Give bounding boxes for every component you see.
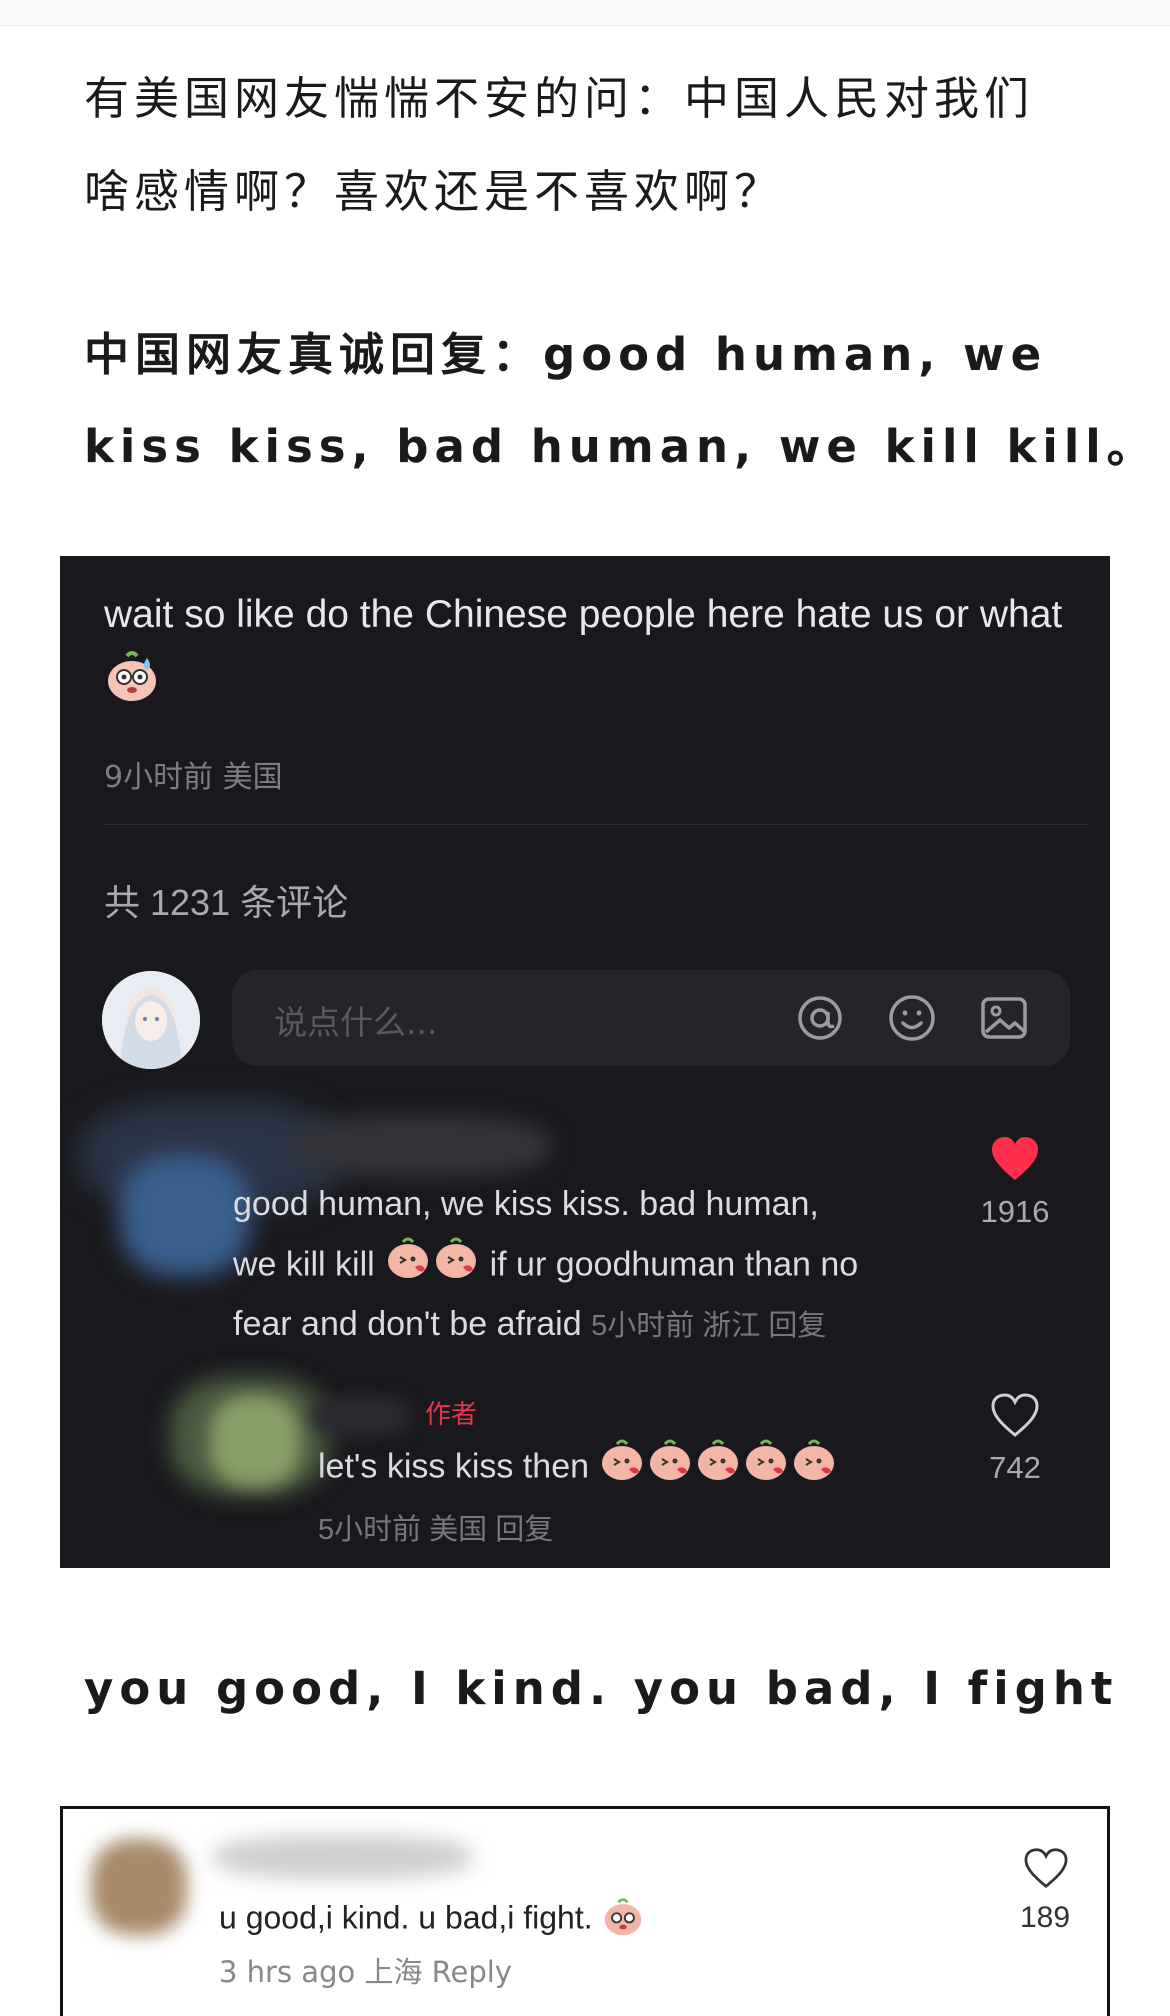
divider: [104, 824, 1088, 825]
emoji-icon[interactable]: [886, 992, 938, 1044]
blurred-reply-avatar-inner: [210, 1396, 300, 1486]
heart-outline-icon[interactable]: [990, 1392, 1040, 1442]
post-text-content: wait so like do the Chinese people here …: [104, 593, 1063, 636]
kiss-emoji: [791, 1436, 837, 1501]
mention-icon[interactable]: [794, 992, 846, 1044]
post-meta: 9小时前 美国: [104, 760, 283, 795]
comment1-line2: we kill kill if ur goodhuman than no: [233, 1234, 858, 1299]
kiss-emoji: [385, 1234, 431, 1299]
blurred-avatar: [120, 1156, 250, 1276]
reply1-meta[interactable]: 5小时前 美国 回复: [318, 1500, 553, 1560]
bottom-comment-meta[interactable]: 3 hrs ago 上海 Reply: [219, 1949, 512, 1991]
user-avatar[interactable]: [102, 971, 200, 1069]
comment1-line1: good human, we kiss kiss. bad human,: [233, 1185, 819, 1223]
face-emoji: [602, 1895, 644, 1945]
image-icon[interactable]: [978, 992, 1030, 1044]
blurred-username: [213, 1835, 473, 1879]
caption-answer-line2: kiss kiss, bad human, we kill kill。: [84, 420, 1158, 473]
caption-question-line1: 有美国网友惴惴不安的问：中国人民对我们: [84, 72, 1035, 125]
blurred-reply-name: [310, 1396, 410, 1436]
heart-filled-icon[interactable]: [990, 1136, 1040, 1186]
kiss-emoji: [695, 1436, 741, 1501]
blurred-name: [290, 1116, 550, 1176]
caption-fight-line: you good, I kind. you bad, I fight: [84, 1662, 1119, 1715]
kiss-emoji: [647, 1436, 693, 1501]
comment1-meta[interactable]: 5小时前 浙江 回复: [591, 1310, 826, 1342]
kiss-emoji: [743, 1436, 789, 1501]
comment1-line3-text: fear and don't be afraid: [233, 1305, 582, 1343]
bottom-comment-like-count: 189: [1019, 1901, 1071, 1934]
reply1-text: let's kiss kiss then: [318, 1436, 838, 1501]
bottom-comment-text: u good,i kind. u bad,i fight.: [219, 1895, 645, 1945]
comment1-line3: fear and don't be afraid 5小时前 浙江 回复: [233, 1294, 826, 1356]
comment1-like-count: 1916: [980, 1194, 1050, 1229]
comment1-line2a: we kill kill: [233, 1245, 375, 1284]
reply1-text-content: let's kiss kiss then: [318, 1447, 590, 1486]
author-tag: 作者: [425, 1400, 478, 1430]
comment-input[interactable]: 说点什么...: [232, 970, 1070, 1066]
dark-screenshot: wait so like do the Chinese people here …: [60, 556, 1110, 1568]
kiss-emoji: [599, 1436, 645, 1501]
kiss-emoji: [433, 1234, 479, 1299]
comment1-line2b: if ur goodhuman than no: [489, 1245, 859, 1284]
bottom-comment-text-content: u good,i kind. u bad,i fight.: [219, 1899, 593, 1936]
caption-answer-line1: 中国网友真诚回复：good human, we: [84, 328, 1048, 381]
bottom-comment-screenshot: u good,i kind. u bad,i fight. 3 hrs ago …: [60, 1806, 1110, 2016]
blurred-avatar: [91, 1839, 187, 1935]
comment-input-placeholder: 说点什么...: [274, 1003, 438, 1042]
sweat-face-emoji: [105, 650, 159, 727]
caption-question-line2: 啥感情啊？喜欢还是不喜欢啊？: [84, 165, 785, 218]
post-text: wait so like do the Chinese people here …: [104, 580, 1064, 727]
heart-outline-icon[interactable]: [1023, 1847, 1069, 1893]
top-divider: [0, 0, 1170, 26]
comment-count: 共 1231 条评论: [104, 882, 349, 923]
reply1-like-count: 742: [989, 1450, 1041, 1485]
